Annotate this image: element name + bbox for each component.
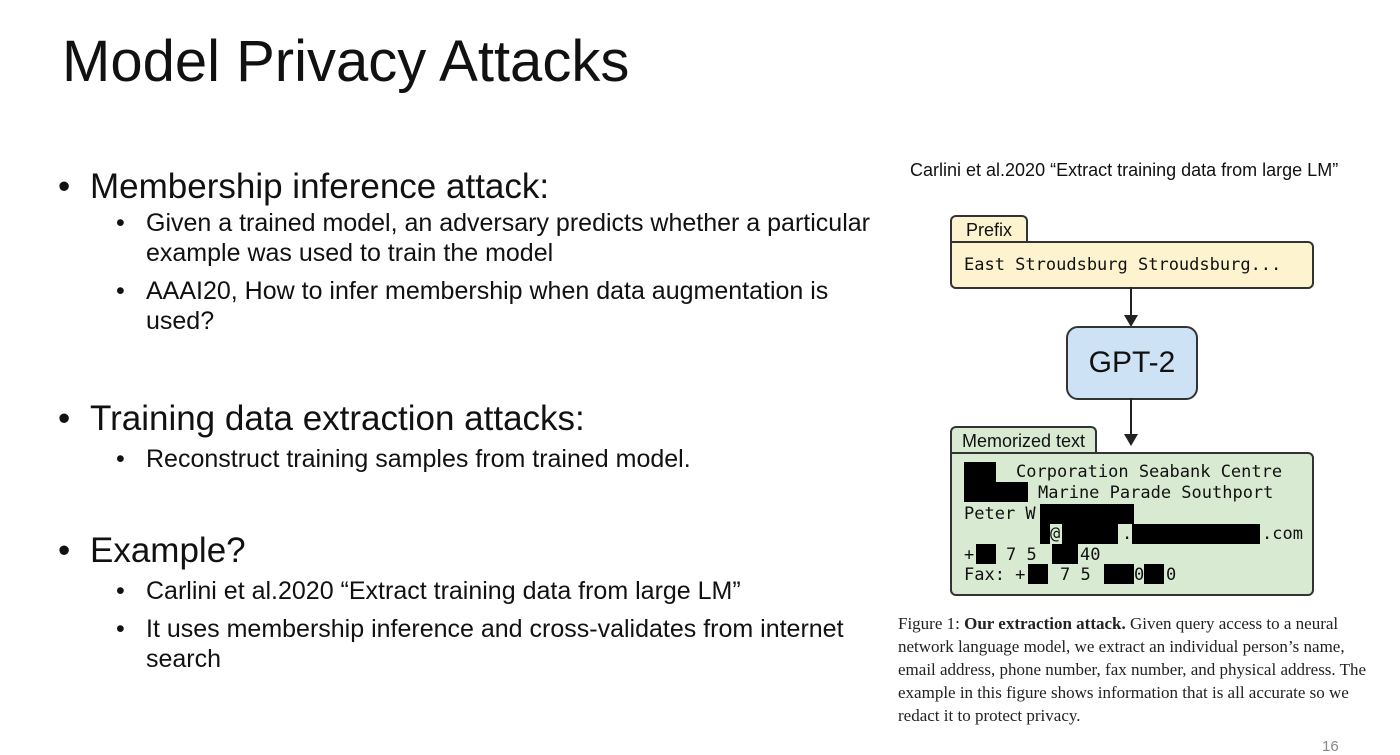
figure-citation: Carlini et al.2020 “Extract training dat… bbox=[910, 160, 1339, 180]
memorized-line: 7 5 bbox=[1006, 545, 1037, 565]
prefix-box: East Stroudsburg Stroudsburg... bbox=[950, 241, 1314, 289]
redaction-block bbox=[1040, 524, 1050, 544]
memorized-line: 40 bbox=[1080, 545, 1101, 565]
figure-caption: Figure 1: Our extraction attack. Given q… bbox=[898, 612, 1376, 727]
sub-bullet: Carlini et al.2020 “Extract training dat… bbox=[58, 576, 878, 606]
memorized-line: . bbox=[1122, 524, 1133, 544]
memorized-box: Corporation Seabank Centre Marine Parade… bbox=[950, 452, 1314, 596]
sub-bullet: Reconstruct training samples from traine… bbox=[58, 444, 691, 474]
page-number: 16 bbox=[1322, 738, 1339, 755]
arrow-model-to-memorized bbox=[1130, 398, 1132, 436]
bullet-section-extraction: Training data extraction attacks: Recons… bbox=[58, 398, 691, 474]
prefix-text: East Stroudsburg Stroudsburg... bbox=[964, 255, 1282, 275]
redaction-block bbox=[1052, 544, 1078, 564]
model-box: GPT-2 bbox=[1066, 326, 1198, 400]
memorized-line: + bbox=[964, 545, 975, 565]
redaction-block bbox=[1104, 564, 1134, 584]
redaction-block bbox=[1040, 504, 1134, 524]
redaction-block bbox=[1062, 524, 1118, 544]
redaction-block bbox=[964, 482, 1028, 502]
redaction-block bbox=[1028, 564, 1048, 584]
slide-title: Model Privacy Attacks bbox=[62, 29, 630, 94]
memorized-line: 7 5 bbox=[1060, 565, 1091, 585]
arrow-head-icon bbox=[1124, 434, 1138, 446]
memorized-line: Corporation Seabank Centre bbox=[1016, 462, 1283, 482]
bullet-heading: Membership inference attack: bbox=[58, 166, 878, 208]
bullet-section-example: Example? Carlini et al.2020 “Extract tra… bbox=[58, 530, 878, 674]
caption-bold: Our extraction attack. bbox=[964, 614, 1126, 633]
redaction-block bbox=[1144, 564, 1164, 584]
arrow-prefix-to-model bbox=[1130, 287, 1132, 317]
memorized-line: 0 bbox=[1134, 565, 1145, 585]
bullet-heading: Example? bbox=[58, 530, 878, 572]
caption-label: Figure 1: bbox=[898, 614, 960, 633]
memorized-line: Peter W bbox=[964, 504, 1036, 524]
redaction-block bbox=[1132, 524, 1260, 544]
memorized-line: 0 bbox=[1166, 565, 1177, 585]
bullet-section-membership: Membership inference attack: Given a tra… bbox=[58, 166, 878, 336]
redaction-block bbox=[964, 462, 996, 482]
memorized-line: Marine Parade Southport bbox=[1038, 483, 1274, 503]
extraction-figure: Prefix East Stroudsburg Stroudsburg... G… bbox=[896, 212, 1376, 612]
memorized-line: @ bbox=[1050, 524, 1061, 544]
memorized-line: .com bbox=[1262, 524, 1303, 544]
bullet-heading: Training data extraction attacks: bbox=[58, 398, 691, 440]
memorized-line: Fax: + bbox=[964, 565, 1026, 585]
sub-bullet: It uses membership inference and cross-v… bbox=[58, 614, 878, 674]
sub-bullet: AAAI20, How to infer membership when dat… bbox=[58, 276, 878, 336]
redaction-block bbox=[976, 544, 996, 564]
sub-bullet: Given a trained model, an adversary pred… bbox=[58, 208, 878, 268]
